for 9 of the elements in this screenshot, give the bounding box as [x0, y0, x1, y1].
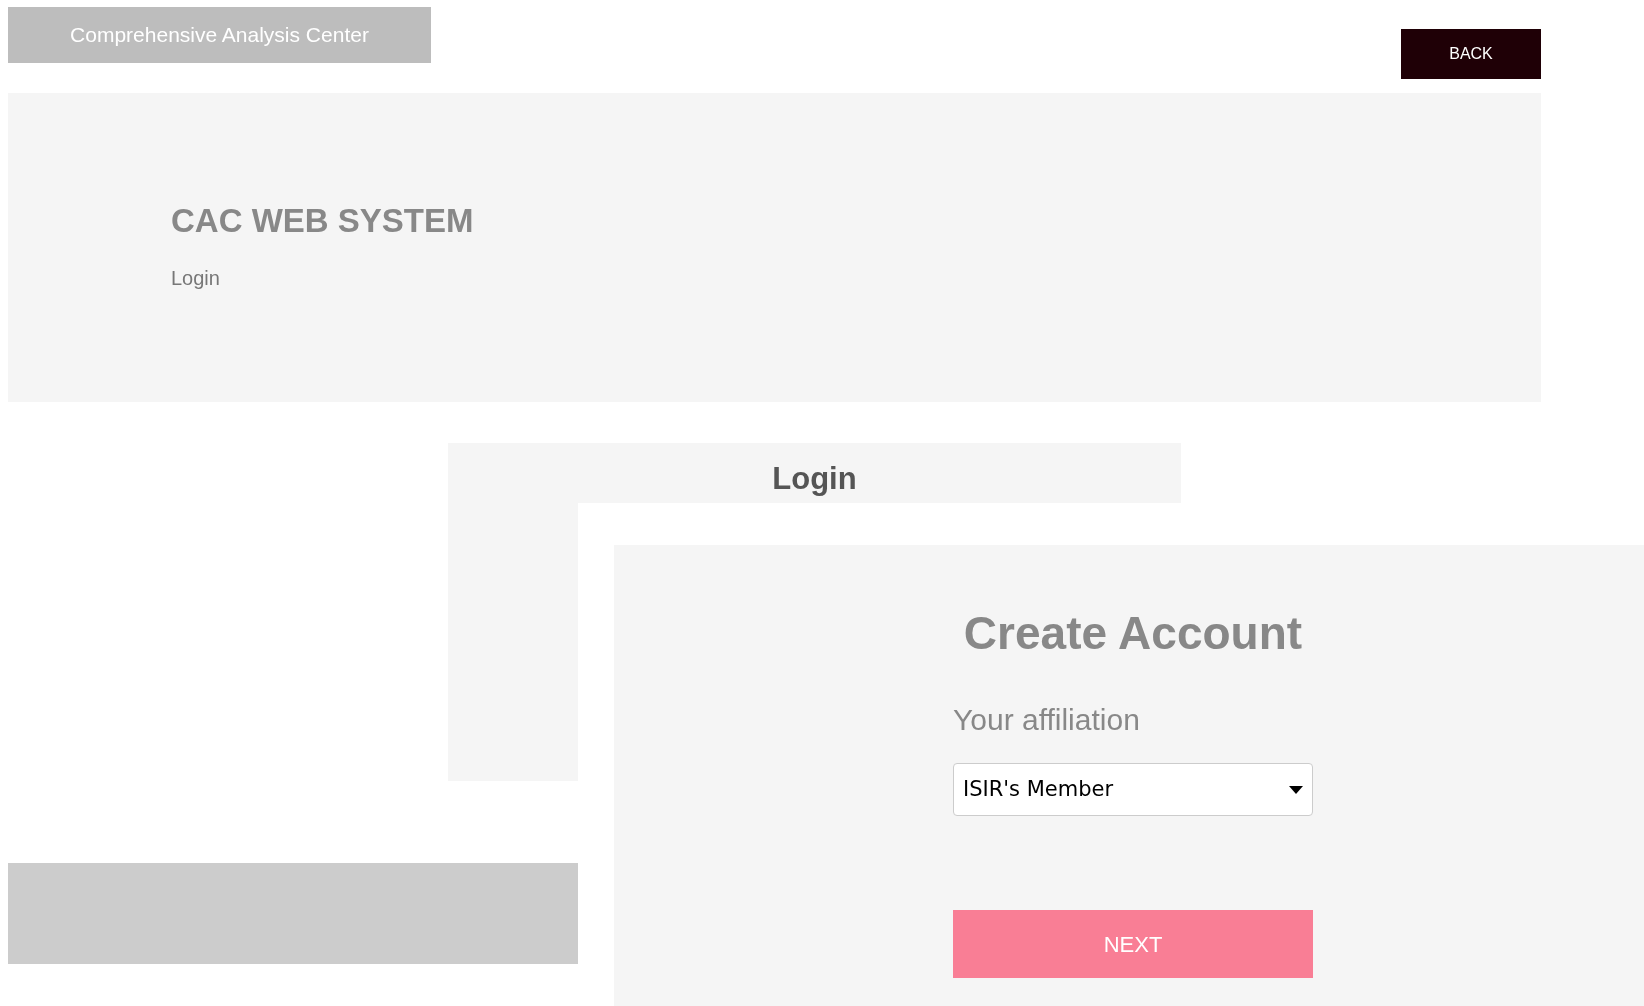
- hero-subtitle: Login: [171, 266, 220, 291]
- hero-title: CAC WEB SYSTEM: [171, 201, 474, 241]
- back-button[interactable]: BACK: [1401, 29, 1541, 79]
- affiliation-select[interactable]: ISIR's Member: [953, 763, 1313, 816]
- login-title: Login: [772, 460, 857, 498]
- caret-icon: [1289, 785, 1303, 794]
- affiliation-label: Your affiliation: [953, 702, 1140, 738]
- create-account-title: Create Account: [963, 606, 1303, 661]
- brand-banner: Comprehensive Analysis Center: [8, 7, 431, 63]
